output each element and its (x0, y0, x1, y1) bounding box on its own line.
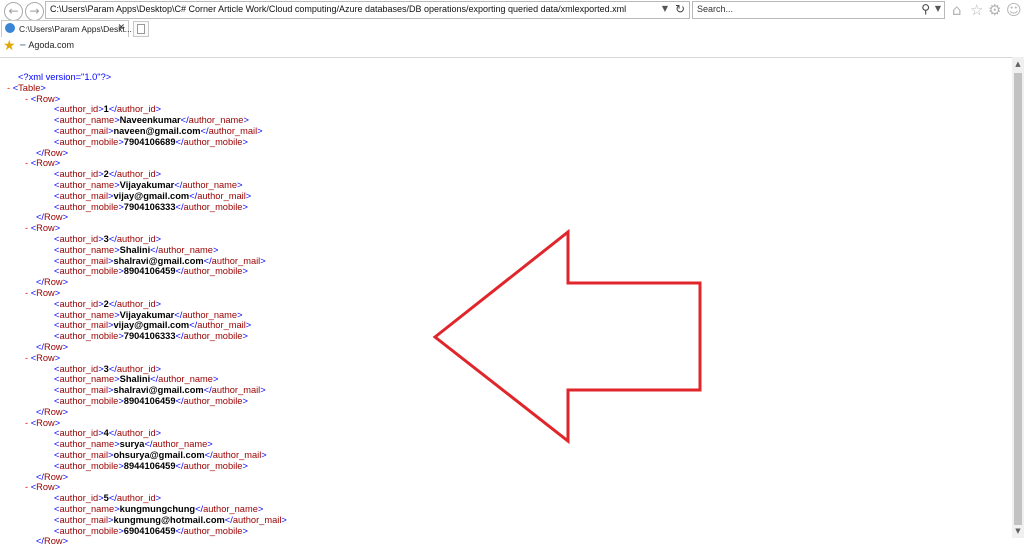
scroll-down-arrow[interactable]: ▼ (1012, 525, 1024, 537)
scroll-up-arrow[interactable]: ▲ (1012, 58, 1024, 70)
scrollbar-thumb[interactable] (1014, 73, 1022, 525)
left-arrow-shape (432, 228, 702, 445)
vertical-scrollbar[interactable]: ▲ ▼ (1012, 57, 1024, 538)
annotation-arrow (432, 228, 702, 445)
